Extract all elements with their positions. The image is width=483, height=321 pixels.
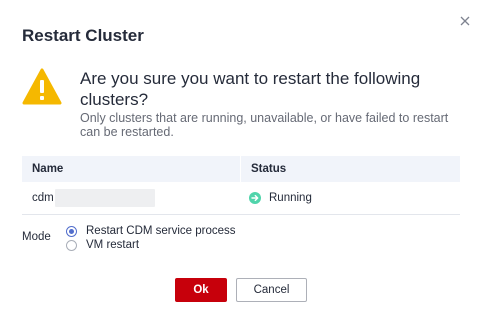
column-header-name: Name <box>22 156 241 182</box>
mode-radio-group: Restart CDM service process VM restart <box>66 224 236 252</box>
table-header: Name Status <box>22 156 460 182</box>
cluster-name: cdm <box>32 192 54 204</box>
close-button[interactable] <box>454 10 476 32</box>
radio-vm-restart[interactable]: VM restart <box>66 238 236 252</box>
cluster-name-cell: cdm <box>22 182 241 214</box>
running-status-icon <box>249 192 261 204</box>
radio-label: VM restart <box>86 239 140 251</box>
mode-label: Mode <box>22 231 51 243</box>
cancel-button[interactable]: Cancel <box>236 278 307 302</box>
restart-cluster-dialog: Restart Cluster Are you sure you want to… <box>0 0 483 321</box>
restart-note: Only clusters that are running, unavaila… <box>80 111 449 139</box>
confirm-question: Are you sure you want to restart the fol… <box>80 69 421 109</box>
cluster-status-cell: Running <box>241 182 460 214</box>
redacted-name-block <box>54 189 155 207</box>
warning-icon <box>22 68 62 111</box>
column-header-status: Status <box>251 163 287 175</box>
cluster-status-text: Running <box>269 192 312 204</box>
cluster-table: Name Status cdm Running <box>22 156 460 215</box>
close-icon <box>460 16 470 26</box>
table-row: cdm Running <box>22 182 460 215</box>
radio-circle[interactable] <box>66 225 77 237</box>
radio-restart-cdm-service[interactable]: Restart CDM service process <box>66 224 236 238</box>
ok-button[interactable]: Ok <box>175 278 227 302</box>
radio-label: Restart CDM service process <box>86 225 236 237</box>
radio-circle[interactable] <box>66 239 77 251</box>
dialog-title: Restart Cluster <box>22 26 144 45</box>
